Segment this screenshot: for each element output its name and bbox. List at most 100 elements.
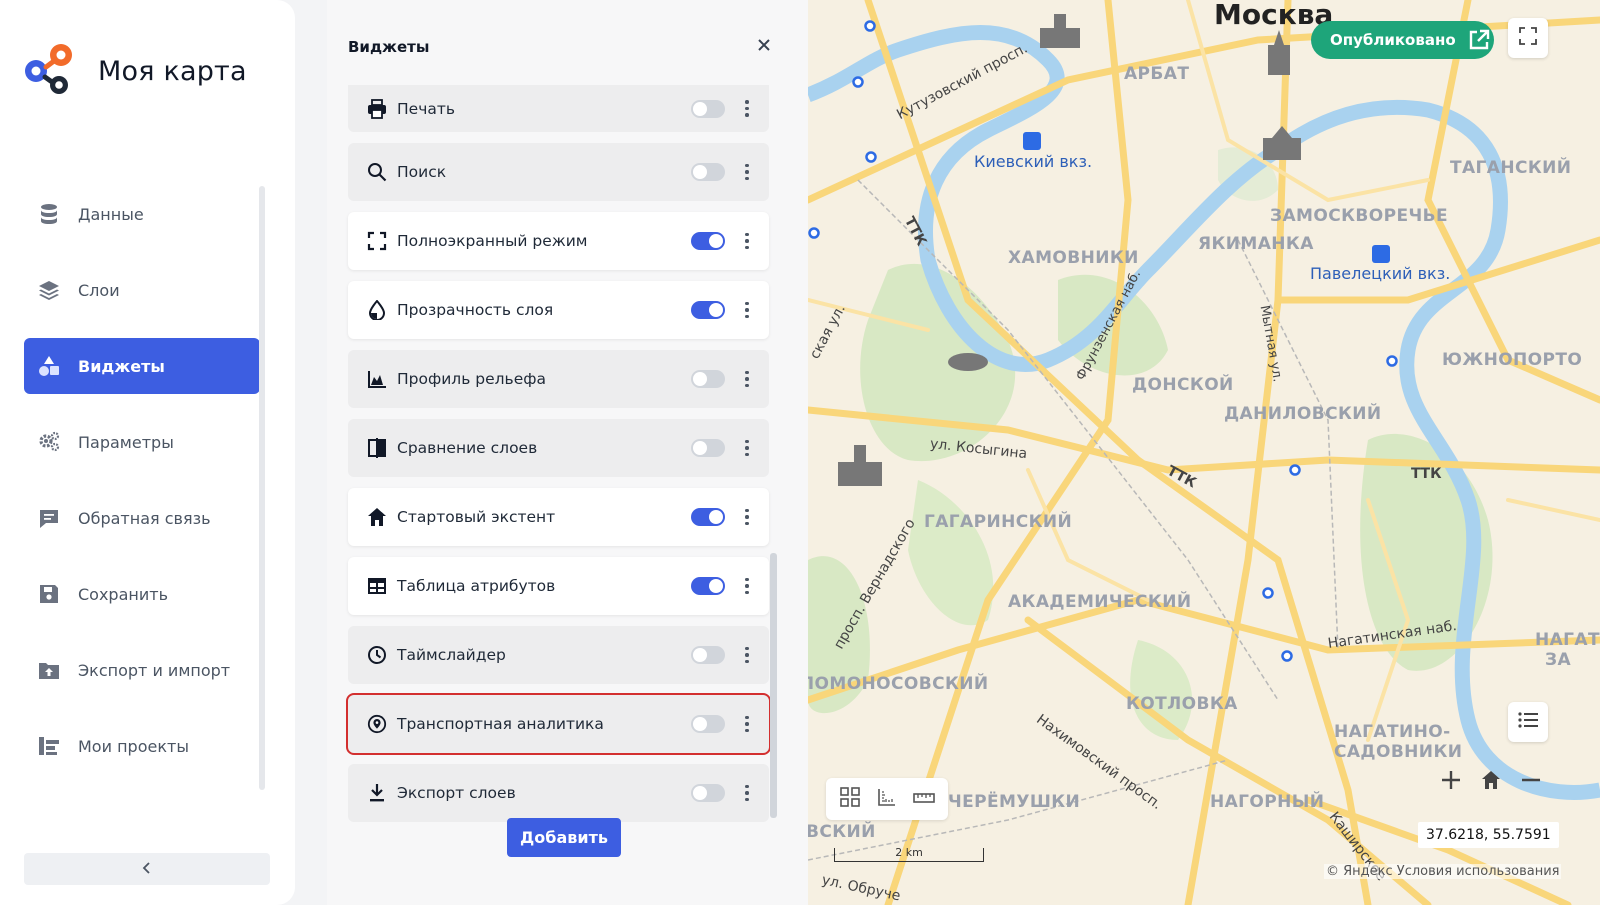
widget-row-layer-opacity: Прозрачность слоя <box>348 281 769 339</box>
map-label-district: ЗАМОСКВОРЕЧЬЕ <box>1270 206 1448 226</box>
fullscreen-icon <box>1519 27 1537 49</box>
more-options-icon[interactable] <box>739 160 755 184</box>
external-link-icon <box>1468 29 1490 51</box>
map-view[interactable]: Москва АРБАТ Кутузовский просп. Киевский… <box>808 0 1600 905</box>
printer-icon <box>366 98 388 120</box>
ruler-angle-icon <box>877 787 897 811</box>
widget-label: Печать <box>397 99 456 118</box>
sidebar-scrollbar[interactable] <box>259 186 265 790</box>
widget-label: Таймслайдер <box>397 646 506 664</box>
clock-icon <box>366 644 388 666</box>
home-icon <box>366 506 388 528</box>
more-options-icon[interactable] <box>739 97 755 121</box>
measure-distance-button[interactable] <box>909 784 939 814</box>
sidebar-item-feedback[interactable]: Обратная связь <box>24 490 260 546</box>
zoom-in-button[interactable] <box>1432 763 1470 801</box>
map-label-district: ХАМОВНИКИ <box>1008 248 1139 268</box>
map-label-district: НАГОРНЫЙ <box>1210 792 1325 812</box>
map-label-road: ТТК <box>1411 466 1442 482</box>
widgets-panel: Виджеты Печать Поиск Полноэкранный режим… <box>327 0 808 905</box>
sidebar-item-layers[interactable]: Слои <box>24 262 260 318</box>
chevron-left-icon <box>141 860 153 879</box>
widget-toggle-search[interactable] <box>691 163 725 181</box>
list-icon <box>1518 712 1538 732</box>
panel-title: Виджеты <box>348 38 430 56</box>
plus-icon <box>1441 770 1461 794</box>
widget-list: Печать Поиск Полноэкранный режим Прозрач… <box>346 85 771 833</box>
widgets-icon <box>38 355 60 377</box>
map-label-district: АРБАТ <box>1124 64 1190 84</box>
add-widget-button[interactable]: Добавить <box>507 818 621 857</box>
map-label-district: НАГАТИНО- <box>1334 722 1451 742</box>
location-pin-icon <box>366 713 388 735</box>
download-icon <box>366 782 388 804</box>
more-options-icon[interactable] <box>739 574 755 598</box>
close-icon <box>757 37 771 56</box>
widget-list-scrollbar[interactable] <box>770 553 777 818</box>
more-options-icon[interactable] <box>739 781 755 805</box>
basemaps-button[interactable] <box>835 784 865 814</box>
home-extent-button[interactable] <box>1472 763 1510 801</box>
sidebar-item-export-import[interactable]: Экспорт и импорт <box>24 642 260 698</box>
sidebar-item-data[interactable]: Данные <box>24 186 260 242</box>
sidebar-item-save[interactable]: Сохранить <box>24 566 260 622</box>
widget-toggle-start-extent[interactable] <box>691 508 725 526</box>
widget-label: Экспорт слоев <box>397 784 516 802</box>
map-label-district: ДОНСКОЙ <box>1132 375 1234 395</box>
sidebar-item-my-projects[interactable]: Мои проекты <box>24 718 260 774</box>
widget-toggle-attribute-table[interactable] <box>691 577 725 595</box>
widget-toggle-export-layers[interactable] <box>691 784 725 802</box>
widget-label: Сравнение слоев <box>397 439 538 457</box>
map-copyright[interactable]: © Яндекс Условия использования <box>1324 864 1562 879</box>
widget-toggle-elevation-profile[interactable] <box>691 370 725 388</box>
widget-label: Таблица атрибутов <box>397 577 556 595</box>
database-icon <box>38 203 60 225</box>
legend-button[interactable] <box>1508 702 1548 742</box>
widget-toggle-timeslider[interactable] <box>691 646 725 664</box>
zoom-out-button[interactable] <box>1512 763 1550 801</box>
projects-icon <box>38 735 60 757</box>
map-fullscreen-button[interactable] <box>1508 18 1548 58</box>
scale-bar-label: 2 km <box>895 846 923 859</box>
widget-label: Профиль рельефа <box>397 370 546 388</box>
widget-row-transport-analytics: Транспортная аналитика <box>346 693 771 755</box>
more-options-icon[interactable] <box>739 229 755 253</box>
more-options-icon[interactable] <box>739 298 755 322</box>
chat-icon <box>38 507 60 529</box>
map-label-district: ЮЖНОПОРТО <box>1442 350 1583 370</box>
widget-label: Полноэкранный режим <box>397 232 588 250</box>
map-label-station: Киевский вкз. <box>974 152 1093 171</box>
map-label-district: ЯКИМАНКА <box>1198 234 1314 254</box>
more-options-icon[interactable] <box>739 712 755 736</box>
map-label-district: САДОВНИКИ <box>1334 742 1463 762</box>
folder-upload-icon <box>38 659 60 681</box>
sidebar: Моя карта Данные Слои Виджеты Параметры <box>0 0 295 905</box>
elevation-chart-icon <box>366 368 388 390</box>
map-label-district: ЧЕРЁМУШКИ <box>948 792 1081 812</box>
widget-toggle-layer-compare[interactable] <box>691 439 725 457</box>
zoom-controls <box>1432 762 1550 802</box>
app-title: Моя карта <box>98 55 247 87</box>
widget-toggle-fullscreen[interactable] <box>691 232 725 250</box>
scale-bar: 2 km <box>834 840 986 864</box>
widget-row-start-extent: Стартовый экстент <box>348 488 769 546</box>
sidebar-item-parameters[interactable]: Параметры <box>24 414 260 470</box>
more-options-icon[interactable] <box>739 643 755 667</box>
widget-row-search: Поиск <box>348 143 769 201</box>
more-options-icon[interactable] <box>739 505 755 529</box>
more-options-icon[interactable] <box>739 367 755 391</box>
close-panel-button[interactable] <box>753 35 775 57</box>
sidebar-item-label: Сохранить <box>78 584 168 604</box>
published-status-button[interactable]: Опубликовано <box>1311 21 1494 59</box>
save-icon <box>38 583 60 605</box>
sidebar-item-label: Данные <box>78 204 144 224</box>
more-options-icon[interactable] <box>739 436 755 460</box>
map-label-station: Павелецкий вкз. <box>1310 264 1451 283</box>
measure-area-button[interactable] <box>872 784 902 814</box>
widget-toggle-layer-opacity[interactable] <box>691 301 725 319</box>
widget-toggle-transport-analytics[interactable] <box>691 715 725 733</box>
collapse-sidebar-button[interactable] <box>24 853 270 885</box>
fullscreen-icon <box>366 230 388 252</box>
widget-toggle-print[interactable] <box>691 99 725 118</box>
sidebar-item-widgets[interactable]: Виджеты <box>24 338 260 394</box>
